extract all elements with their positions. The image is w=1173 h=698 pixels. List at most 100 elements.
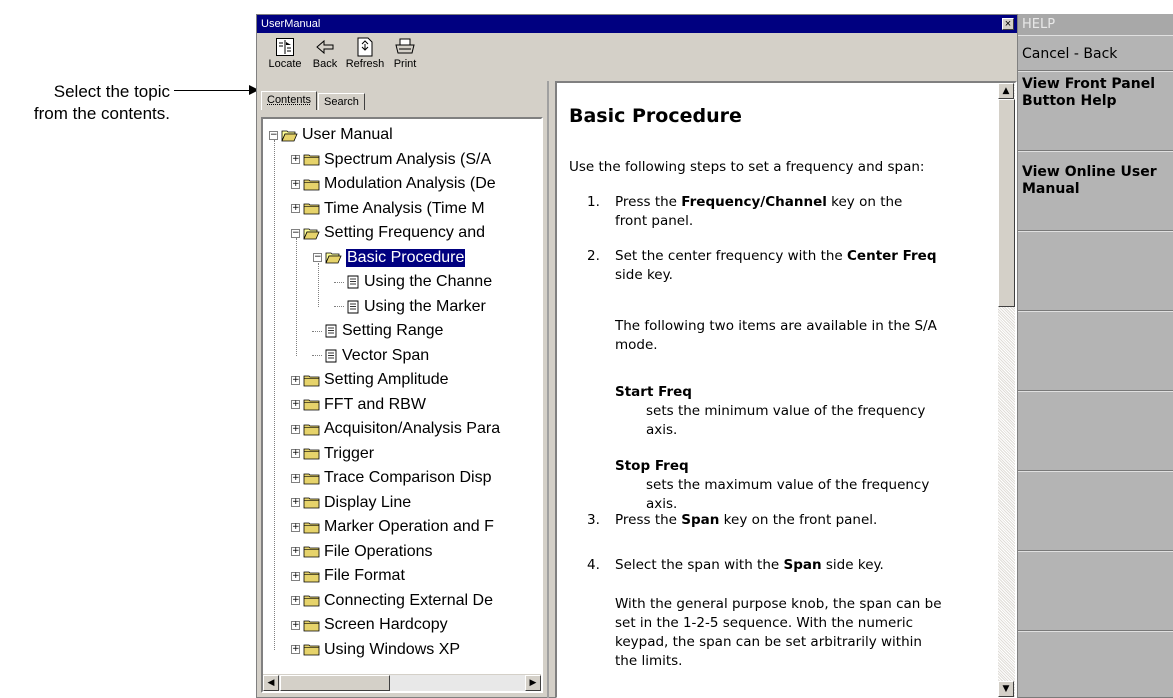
tree-item[interactable]: + Acquisiton/Analysis Para (291, 417, 500, 441)
expand-icon[interactable]: + (291, 572, 300, 581)
menu-blank-button-2[interactable] (1018, 311, 1173, 391)
expand-icon[interactable]: + (291, 155, 300, 164)
tree-item-label: Setting Frequency and (324, 224, 485, 242)
back-arrow-icon (315, 36, 335, 58)
tree-item[interactable]: − User Manual (269, 123, 393, 147)
collapse-icon[interactable]: − (269, 131, 278, 140)
menu-blank-button-4[interactable] (1018, 471, 1173, 551)
step-3-text: Press the Span key on the front panel. (615, 511, 877, 530)
tree-item[interactable]: + Setting Amplitude (291, 368, 449, 392)
callout-line-2: from the contents. (0, 103, 170, 125)
vertical-scroll-thumb[interactable] (998, 99, 1015, 307)
tree-item[interactable]: + Trigger (291, 442, 374, 466)
expand-icon[interactable]: + (291, 498, 300, 507)
tree-item[interactable]: − Setting Frequency and (291, 221, 485, 245)
folder-icon (303, 398, 324, 411)
expand-icon[interactable]: + (291, 596, 300, 605)
tree-item-label: Acquisiton/Analysis Para (324, 420, 500, 438)
view-front-panel-help-button[interactable]: View Front Panel Button Help (1018, 71, 1173, 151)
document-icon (347, 275, 364, 289)
back-label: Back (313, 58, 337, 70)
start-freq-description: sets the minimum value of the frequency a… (646, 402, 925, 440)
tree-item[interactable]: + FFT and RBW (291, 393, 426, 417)
expand-icon[interactable]: + (291, 180, 300, 189)
folder-icon (303, 423, 324, 436)
horizontal-scroll-thumb[interactable] (280, 675, 390, 691)
scroll-up-button[interactable]: ▲ (998, 83, 1014, 99)
tree-item-label: Marker Operation and F (324, 518, 494, 536)
tree-item-label: Display Line (324, 494, 411, 512)
locate-icon (275, 36, 295, 58)
menu-blank-button-5[interactable] (1018, 551, 1173, 631)
step-4-text: Select the span with the Span side key. (615, 556, 884, 575)
step-1-number: 1. (587, 193, 600, 212)
refresh-button[interactable]: Refresh (345, 33, 385, 77)
locate-button[interactable]: Locate (265, 33, 305, 77)
tree-item[interactable]: + Screen Hardcopy (291, 613, 448, 637)
tree-connector (312, 355, 322, 356)
tree-item[interactable]: Using the Marker (335, 295, 486, 319)
menu-blank-button-1[interactable] (1018, 231, 1173, 311)
topic-content-pane: Basic Procedure Use the following steps … (555, 81, 1017, 698)
tree-horizontal-scrollbar[interactable]: ◀ ▶ (263, 674, 541, 691)
tree-item[interactable]: + Modulation Analysis (De (291, 172, 496, 196)
back-button[interactable]: Back (305, 33, 345, 77)
tree-item-label: Spectrum Analysis (S/A (324, 151, 491, 169)
scroll-left-button[interactable]: ◀ (263, 675, 279, 691)
print-button[interactable]: Print (385, 33, 425, 77)
scroll-down-button[interactable]: ▼ (998, 681, 1014, 697)
expand-icon[interactable]: + (291, 425, 300, 434)
folder-icon (303, 153, 324, 166)
tree-item[interactable]: + Marker Operation and F (291, 515, 494, 539)
topic-heading: Basic Procedure (569, 105, 989, 127)
tab-contents[interactable]: Contents (261, 91, 317, 110)
close-button[interactable]: × (1002, 18, 1014, 30)
tree-item[interactable]: + Time Analysis (Time M (291, 197, 485, 221)
tree-item[interactable]: + Connecting External De (291, 589, 493, 613)
expand-icon[interactable]: + (291, 645, 300, 654)
folder-icon (303, 496, 324, 509)
tree-item-label: Using the Channe (364, 273, 492, 291)
tree-item[interactable]: + Using Windows XP (291, 638, 460, 662)
tree-item[interactable]: + Display Line (291, 491, 411, 515)
folder-icon (303, 202, 324, 215)
tree-item[interactable]: + Spectrum Analysis (S/A (291, 148, 491, 172)
help-side-menu: HELP Cancel - Back View Front Panel Butt… (1018, 14, 1173, 698)
contents-tree: ◀ ▶ − User Manual + Spectrum Analysis (S/A +… (261, 117, 543, 693)
content-vertical-scrollbar[interactable]: ▲ ▼ (998, 83, 1015, 697)
menu-blank-button-3[interactable] (1018, 391, 1173, 471)
stop-freq-term: Stop Freq (615, 457, 689, 476)
step-2-number: 2. (587, 247, 600, 266)
expand-icon[interactable]: + (291, 204, 300, 213)
collapse-icon[interactable]: − (291, 229, 300, 238)
tree-item[interactable]: Setting Range (313, 319, 443, 343)
tree-item[interactable]: − Basic Procedure (313, 246, 465, 270)
tree-item[interactable]: + File Format (291, 564, 405, 588)
open-folder-icon (325, 251, 346, 264)
tree-item[interactable]: + File Operations (291, 540, 433, 564)
menu-blank-button-6[interactable] (1018, 631, 1173, 698)
expand-icon[interactable]: + (291, 621, 300, 630)
expand-icon[interactable]: + (291, 400, 300, 409)
callout-leader-line (174, 90, 250, 91)
step-1-text: Press the Frequency/Channel key on the fr… (615, 193, 902, 231)
user-manual-window: UserManual × Locate Back Refresh Print C… (256, 14, 1018, 698)
tab-search[interactable]: Search (318, 93, 365, 110)
tree-item[interactable]: + Trace Comparison Disp (291, 466, 491, 490)
tree-item[interactable]: Vector Span (313, 344, 429, 368)
expand-icon[interactable]: + (291, 376, 300, 385)
folder-icon (303, 472, 324, 485)
collapse-icon[interactable]: − (313, 253, 322, 262)
tree-item-label: Screen Hardcopy (324, 616, 448, 634)
document-icon (325, 324, 342, 338)
expand-icon[interactable]: + (291, 523, 300, 532)
callout-text: Select the topic from the contents. (0, 81, 170, 125)
expand-icon[interactable]: + (291, 547, 300, 556)
view-online-manual-button[interactable]: View Online User Manual (1018, 151, 1173, 231)
expand-icon[interactable]: + (291, 449, 300, 458)
scroll-right-button[interactable]: ▶ (525, 675, 541, 691)
title-bar: UserManual × (257, 15, 1017, 33)
cancel-back-button[interactable]: Cancel - Back (1018, 35, 1173, 71)
expand-icon[interactable]: + (291, 474, 300, 483)
tree-item[interactable]: Using the Channe (335, 270, 492, 294)
